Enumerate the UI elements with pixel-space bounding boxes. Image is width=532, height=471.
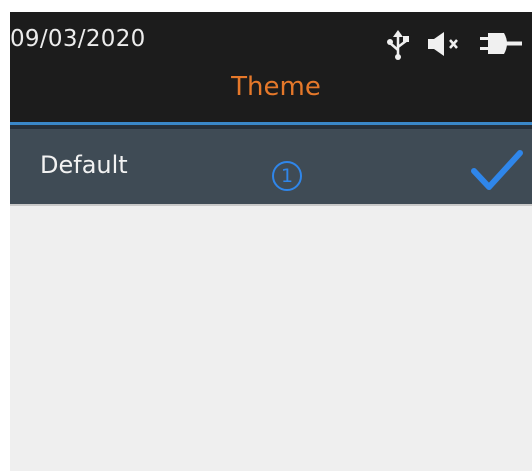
theme-list-item-default[interactable]: Default 1 — [10, 129, 532, 204]
page-title: Theme — [231, 72, 321, 102]
power-plug-icon — [480, 33, 522, 54]
theme-item-number-badge: 1 — [272, 161, 302, 191]
list-divider — [10, 204, 532, 206]
device-screen: 09/03/2020 Theme Default 1 — [10, 12, 532, 471]
check-icon — [471, 150, 523, 190]
usb-icon — [387, 30, 409, 60]
theme-item-label: Default — [40, 151, 128, 179]
mute-icon — [428, 32, 458, 56]
date-display: 09/03/2020 — [10, 26, 146, 52]
status-bar: 09/03/2020 Theme — [10, 12, 532, 122]
